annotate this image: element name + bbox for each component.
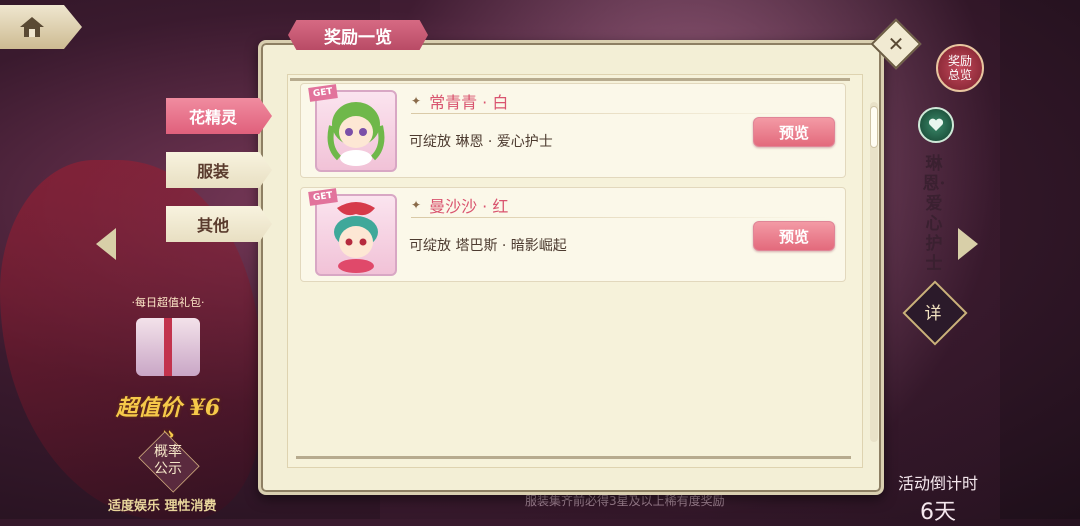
reward-overview-label: 奖励总览	[947, 54, 972, 82]
red-spirit-image	[334, 202, 378, 273]
close-icon[interactable]: ✕	[878, 26, 914, 62]
reward-description: 可绽放 琳恩 · 爱心护士	[409, 134, 553, 150]
arrow-left-icon[interactable]	[96, 228, 116, 260]
divider	[411, 217, 831, 218]
home-button[interactable]	[0, 5, 82, 49]
countdown-days: 6天	[920, 500, 956, 525]
reward-name: ✦ 常青青 · 白	[411, 89, 508, 113]
tab-label: 其他	[196, 216, 229, 235]
heart-badge[interactable]	[918, 107, 954, 143]
reward-card: GET ✦ 曼沙沙 · 红 可绽放 塔巴斯 · 暗影崛起 预览	[300, 187, 846, 282]
tab-label: 服装	[196, 162, 229, 181]
probability-label: 概率公示	[154, 444, 182, 477]
character-name-vertical: 琳恩·爱心护士	[922, 154, 946, 274]
scrollbar-track[interactable]	[870, 102, 878, 442]
tab-flower-spirit[interactable]: 花精灵	[166, 98, 272, 134]
tab-label: 花精灵	[188, 108, 237, 127]
gift-title: ·每日超值礼包·	[131, 296, 205, 309]
list-top-divider	[290, 78, 850, 81]
reward-description: 可绽放 塔巴斯 · 暗影崛起	[409, 238, 567, 254]
list-bottom-divider	[296, 456, 851, 459]
detail-button-label: 详	[924, 303, 942, 324]
heart-icon	[928, 118, 944, 131]
reward-card: GET ✦ 常青青 · 白 可绽放 琳恩 · 爱心护士 预览	[300, 83, 846, 178]
home-icon	[20, 17, 44, 37]
tab-other[interactable]: 其他	[166, 206, 272, 242]
divider	[411, 113, 831, 114]
green-spirit-image	[327, 102, 385, 166]
spirit-portrait[interactable]	[315, 90, 397, 172]
reward-name: ✦ 曼沙沙 · 红	[411, 193, 508, 217]
tab-costume[interactable]: 服装	[166, 152, 272, 188]
arrow-right-icon[interactable]	[958, 228, 978, 260]
sparkle-icon: ✦	[411, 94, 422, 108]
healthy-gaming-notice: 适度娱乐 理性消费	[108, 499, 217, 514]
scrollbar-thumb[interactable]	[870, 106, 878, 148]
panel-title: 奖励一览	[288, 20, 428, 50]
preview-button[interactable]: 预览	[753, 117, 835, 147]
event-countdown: 活动倒计时 6天	[890, 470, 986, 526]
gift-box-icon	[136, 318, 200, 376]
spirit-portrait[interactable]	[315, 194, 397, 276]
sparkle-icon: ✦	[411, 198, 422, 212]
reward-name-text: 曼沙沙 · 红	[429, 197, 509, 216]
reward-name-text: 常青青 · 白	[429, 93, 509, 112]
reward-overview-button[interactable]: 奖励总览	[936, 44, 984, 92]
daily-gift-pack[interactable]: ·每日超值礼包· 超值价 ¥6 »	[108, 290, 228, 450]
preview-button[interactable]: 预览	[753, 221, 835, 251]
countdown-label: 活动倒计时	[897, 474, 978, 493]
